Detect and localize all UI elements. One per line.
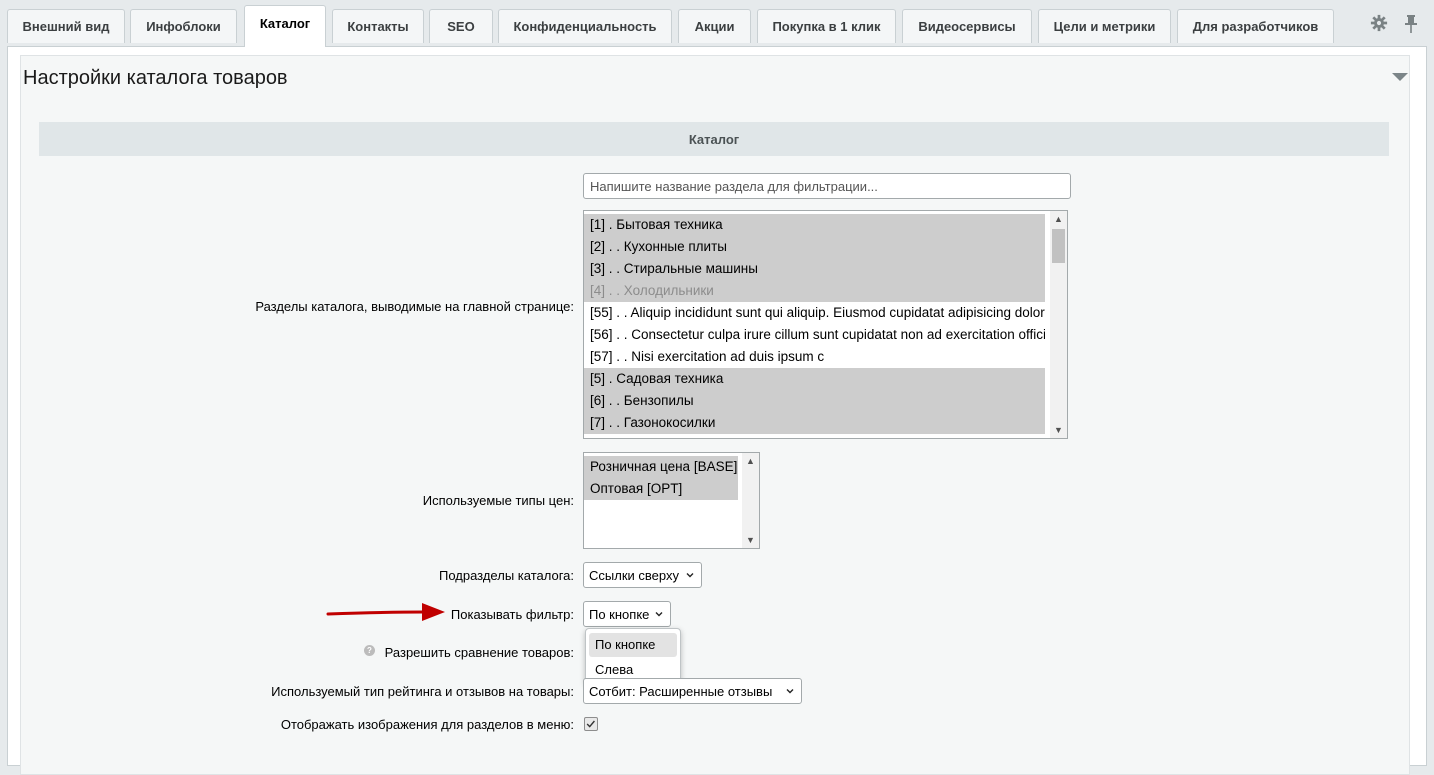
rating-type-label: Используемый тип рейтинга и отзывов на т… bbox=[271, 684, 574, 699]
tab-developers[interactable]: Для разработчиков bbox=[1177, 9, 1334, 43]
list-item[interactable]: [56] . . Consectetur culpa irure cillum … bbox=[584, 324, 1045, 346]
section-filter-input[interactable] bbox=[583, 173, 1071, 199]
tab-bar: Внешний вид Инфоблоки Каталог Контакты S… bbox=[0, 0, 1434, 47]
list-item[interactable]: [55] . . Aliquip incididunt sunt qui ali… bbox=[584, 302, 1045, 324]
price-types-scrollbar[interactable]: ▲ ▼ bbox=[742, 453, 759, 548]
checkmark-icon bbox=[586, 720, 595, 728]
tab-infoblocks[interactable]: Инфоблоки bbox=[130, 9, 237, 43]
show-filter-dropdown: По кнопке Слева bbox=[585, 628, 681, 685]
annotation-arrow bbox=[326, 603, 445, 621]
section-images-label: Отображать изображения для разделов в ме… bbox=[280, 717, 574, 732]
subsections-value: Ссылки сверху bbox=[589, 567, 679, 583]
chevron-down-icon bbox=[686, 573, 694, 578]
compare-label: Разрешить сравнение товаров: bbox=[384, 645, 574, 660]
tab-seo[interactable]: SEO bbox=[429, 9, 493, 43]
show-filter-select[interactable]: По кнопке bbox=[583, 601, 671, 627]
catalog-sections-scrollbar[interactable]: ▲ ▼ bbox=[1050, 211, 1067, 438]
gear-icon[interactable] bbox=[1370, 14, 1388, 32]
list-item[interactable]: [6] . . Бензопилы bbox=[584, 390, 1045, 412]
list-item[interactable]: [2] . . Кухонные плиты bbox=[584, 236, 1045, 258]
tab-goals-metrics[interactable]: Цели и метрики bbox=[1038, 9, 1171, 43]
list-item[interactable]: [57] . . Nisi exercitation ad duis ipsum… bbox=[584, 346, 1045, 368]
show-filter-value: По кнопке bbox=[589, 606, 650, 622]
list-item[interactable]: Оптовая [OPT] bbox=[584, 478, 738, 500]
section-images-checkbox[interactable] bbox=[584, 717, 598, 731]
list-item[interactable]: [7] . . Газонокосилки bbox=[584, 412, 1045, 434]
tab-contacts[interactable]: Контакты bbox=[332, 9, 424, 43]
rating-type-select[interactable]: Сотбит: Расширенные отзывы bbox=[583, 678, 802, 704]
tab-appearance[interactable]: Внешний вид bbox=[7, 9, 125, 43]
rating-type-value: Сотбит: Расширенные отзывы bbox=[589, 683, 773, 699]
pin-icon[interactable] bbox=[1403, 14, 1419, 34]
question-icon[interactable]: ? bbox=[364, 645, 375, 656]
subsections-label: Подразделы каталога: bbox=[438, 568, 574, 583]
catalog-heading: Каталог bbox=[39, 122, 1389, 156]
chevron-down-icon bbox=[655, 612, 663, 617]
list-item[interactable]: Розничная цена [BASE] bbox=[584, 456, 738, 478]
catalog-sections-listbox[interactable]: [1] . Бытовая техника [2] . . Кухонные п… bbox=[583, 210, 1068, 439]
list-item[interactable]: [4] . . Холодильники bbox=[584, 280, 1045, 302]
chevron-down-icon bbox=[786, 689, 794, 694]
tab-catalog[interactable]: Каталог bbox=[244, 5, 326, 47]
price-types-listbox[interactable]: Розничная цена [BASE] Оптовая [OPT] ▲ ▼ bbox=[583, 452, 760, 549]
list-item[interactable]: [3] . . Стиральные машины bbox=[584, 258, 1045, 280]
price-types-label: Используемые типы цен: bbox=[422, 493, 574, 508]
tab-privacy[interactable]: Конфиденциальность bbox=[498, 9, 672, 43]
section-title: Настройки каталога товаров bbox=[23, 67, 288, 89]
show-filter-label: Показывать фильтр: bbox=[450, 607, 574, 622]
catalog-sections-label: Разделы каталога, выводимые на главной с… bbox=[255, 299, 574, 314]
tab-one-click-buy[interactable]: Покупка в 1 клик bbox=[757, 9, 896, 43]
tab-promotions[interactable]: Акции bbox=[678, 9, 751, 43]
dropdown-option-by-button[interactable]: По кнопке bbox=[589, 633, 677, 657]
list-item[interactable]: [1] . Бытовая техника bbox=[584, 214, 1045, 236]
collapse-toggle-icon[interactable] bbox=[1392, 73, 1408, 81]
subsections-select[interactable]: Ссылки сверху bbox=[583, 562, 702, 588]
tab-video-services[interactable]: Видеосервисы bbox=[902, 9, 1032, 43]
list-item[interactable]: [5] . Садовая техника bbox=[584, 368, 1045, 390]
